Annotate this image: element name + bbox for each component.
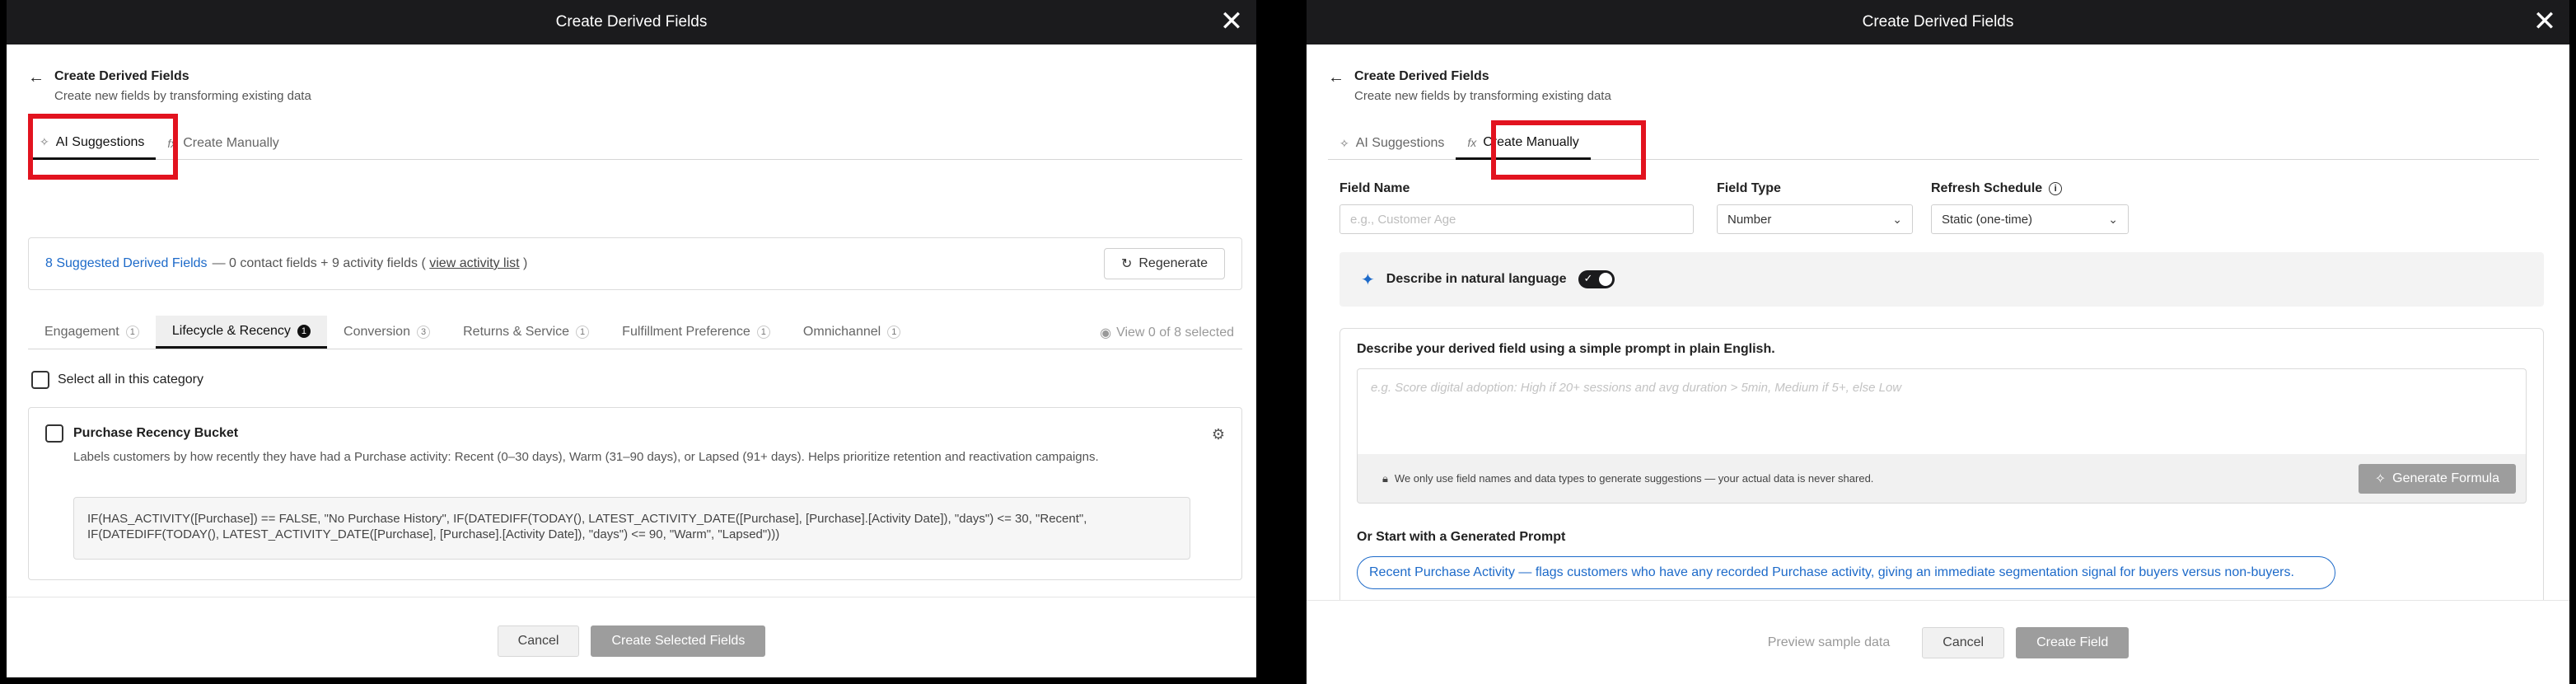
info-icon[interactable]: i [2049,182,2063,195]
tab-omnichannel[interactable]: Omnichannel 1 [787,316,917,349]
page-title: Create Derived Fields [54,69,189,83]
category-tabs: Engagement 1 Lifecycle & Recency 1 Convers… [28,316,1242,349]
refresh-icon: ↻ [1120,257,1133,271]
dialog-create-manually: Create Derived Fields ✕ ← Create Derived… [1300,0,2576,684]
page-subtitle: Create new fields by transforming existi… [54,89,311,103]
field-type-select[interactable]: Number ⌄ [1717,204,1913,234]
tab-fulfillment-preference[interactable]: Fulfillment Preference 1 [605,316,787,349]
field-name-input[interactable] [1339,204,1694,234]
suggestion-card: Purchase Recency Bucket ⚙ Labels custome… [28,407,1242,580]
natural-language-toggle[interactable]: ✓ [1578,270,1615,288]
gear-icon[interactable]: ⚙ [1212,426,1225,443]
view-activity-list-link[interactable]: view activity list [429,256,519,270]
count-badge: 1 [887,326,901,339]
view-selected-toggle[interactable]: ◉ View 0 of 8 selected [1100,325,1234,341]
count-badge: 1 [125,326,139,339]
prompt-toolbar: 🔒︎ We only use field names and data type… [1357,454,2527,504]
create-selected-fields-button[interactable]: Create Selected Fields [591,625,766,657]
natural-language-row: ✦ Describe in natural language ✓ [1339,252,2544,307]
describe-label: Describe your derived field using a simp… [1357,342,1775,356]
dialog-title: Create Derived Fields [555,13,708,30]
select-all-checkbox[interactable] [31,371,49,389]
count-badge: 1 [297,324,311,338]
tab-conversion[interactable]: Conversion 3 [327,316,446,349]
select-all-row[interactable]: Select all in this category [31,371,203,389]
suggestion-summary: 8 Suggested Derived Fields — 0 contact f… [28,237,1242,290]
field-name-label: Field Name [1339,181,1410,195]
create-field-button[interactable]: Create Field [2016,626,2130,658]
tab-ai-suggestions[interactable]: ✧ AI Suggestions [1328,127,1456,160]
chevron-down-icon: ⌄ [2108,212,2118,226]
fx-icon: fx [1467,135,1477,149]
refresh-schedule-label: Refresh Schedule i [1931,181,2063,196]
tab-returns-service[interactable]: Returns & Service 1 [446,316,605,349]
preview-sample-data-button[interactable]: Preview sample data [1747,627,1911,658]
close-icon[interactable]: ✕ [1218,7,1245,35]
tab-lifecycle-recency[interactable]: Lifecycle & Recency 1 [155,316,328,349]
generated-prompt-label: Or Start with a Generated Prompt [1357,530,1566,544]
generate-formula-button[interactable]: ✧ Generate Formula [2358,464,2516,494]
suggestion-description: Labels customers by how recently they ha… [73,450,1099,464]
count-badge: 1 [756,326,770,339]
eye-icon: ◉ [1100,326,1112,340]
tab-label: AI Suggestions [1355,136,1445,150]
dialog-ai-suggestions: Create Derived Fields ✕ ← Create Derived… [0,0,1263,684]
page-title: Create Derived Fields [1354,69,1489,83]
sparkle-icon: ✦ [1361,270,1375,289]
dialog-footer: Preview sample data Cancel Create Field [1307,600,2569,684]
cancel-button[interactable]: Cancel [1922,626,2005,658]
dialog-titlebar: Create Derived Fields ✕ [7,0,1256,45]
back-arrow-icon[interactable]: ← [28,69,44,86]
close-icon[interactable]: ✕ [2532,7,2558,35]
select-all-label: Select all in this category [58,372,203,387]
refresh-schedule-select[interactable]: Static (one-time) ⌄ [1931,204,2129,234]
suggestion-detail: — 0 contact fields + 9 activity fields (… [212,256,528,270]
cancel-button[interactable]: Cancel [497,625,580,657]
dialog-footer: Cancel Create Selected Fields [7,597,1256,684]
privacy-note: We only use field names and data types t… [1394,472,1874,485]
main-tabs: ✧ AI Suggestions fx Create Manually [28,127,1242,160]
dialog-title: Create Derived Fields [1862,13,2014,30]
sparkle-icon: ✧ [1339,136,1349,150]
generated-prompt-chip[interactable]: Recent Purchase Activity — flags custome… [1357,556,2335,589]
suggestion-checkbox[interactable] [45,424,63,443]
count-badge: 1 [576,326,590,339]
count-badge: 3 [416,326,431,339]
highlight-box [1491,120,1646,180]
page-subtitle: Create new fields by transforming existi… [1354,89,1611,103]
back-arrow-icon[interactable]: ← [1328,69,1344,86]
sparkle-icon: ✧ [2374,472,2387,486]
suggestion-title: Purchase Recency Bucket [73,426,239,440]
suggestion-count: 8 Suggested Derived Fields [45,256,208,270]
regenerate-button[interactable]: ↻ Regenerate [1103,248,1225,279]
field-type-label: Field Type [1717,181,1781,195]
lock-icon: 🔒︎ [1382,471,1388,485]
formula-preview: IF(HAS_ACTIVITY([Purchase]) == FALSE, "N… [73,497,1190,560]
chevron-down-icon: ⌄ [1892,212,1902,226]
tab-label: Create Manually [183,136,279,150]
dialog-titlebar: Create Derived Fields ✕ [1307,0,2569,45]
tab-engagement[interactable]: Engagement 1 [28,316,156,349]
highlight-box [28,114,178,180]
prompt-textarea[interactable]: e.g. Score digital adoption: High if 20+… [1357,368,2527,454]
natural-language-label: Describe in natural language [1386,272,1567,286]
